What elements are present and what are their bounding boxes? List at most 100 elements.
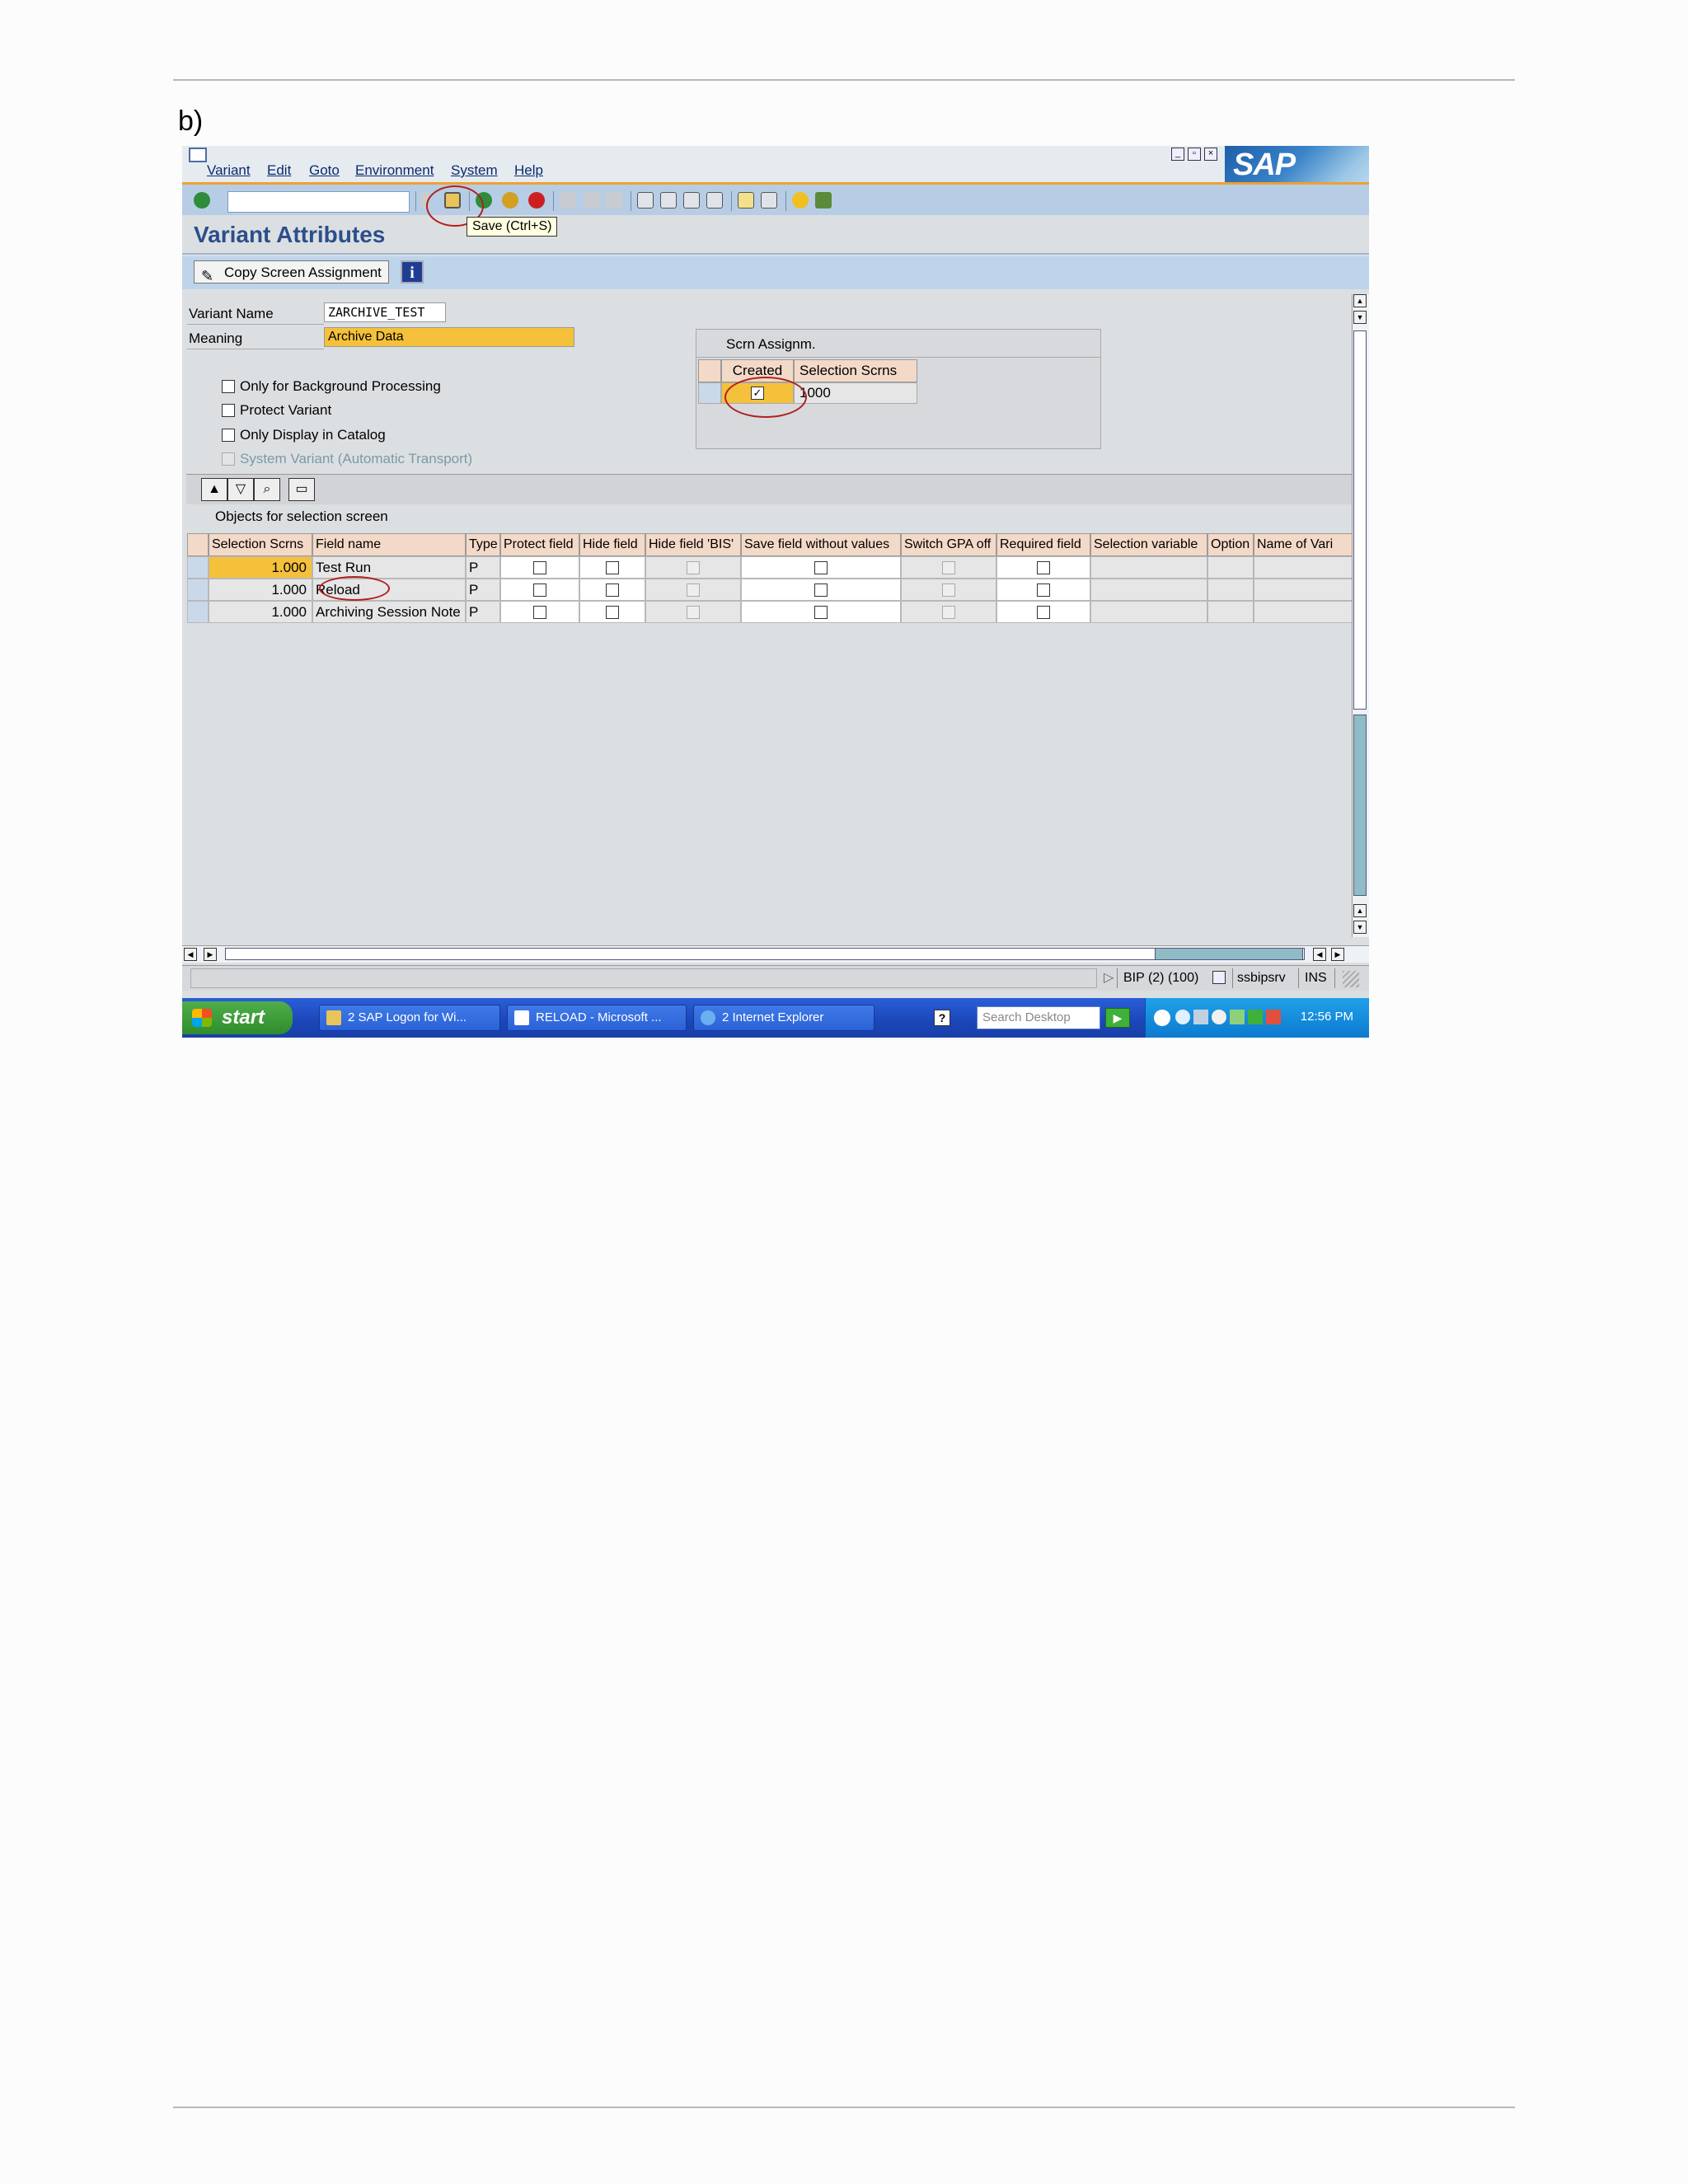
window-menu-icon[interactable] [189, 148, 207, 162]
col-selection-variable[interactable]: Selection variable [1090, 533, 1207, 556]
table-cell-hide[interactable] [579, 601, 645, 623]
tray-back-icon[interactable] [1154, 1010, 1170, 1026]
tray-monitor-icon[interactable] [1248, 1010, 1263, 1024]
background-processing-checkbox[interactable] [222, 380, 235, 393]
row-selector[interactable] [187, 601, 209, 623]
table-cell-screen[interactable]: 1.000 [209, 579, 312, 601]
grid-select-all-icon[interactable] [187, 533, 209, 556]
layout-menu-icon[interactable] [815, 192, 832, 209]
tray-search-icon[interactable] [1175, 1010, 1190, 1024]
variant-name-field[interactable]: ZARCHIVE_TEST [324, 302, 446, 322]
status-expand-icon[interactable]: ▷ [1104, 970, 1114, 987]
vertical-scrollbar[interactable]: ▲ ▼ ▲ ▼ [1352, 294, 1369, 937]
table-cell-save-without[interactable] [741, 601, 901, 623]
menu-help[interactable]: Help [514, 162, 543, 179]
hide-checkbox[interactable] [606, 560, 619, 574]
table-cell-protect[interactable] [500, 579, 579, 601]
protect-checkbox[interactable] [533, 583, 546, 597]
copy-screen-assignment-button[interactable]: ✎ Copy Screen Assignment [194, 260, 389, 284]
table-cell-option[interactable] [1207, 556, 1254, 579]
taskbar-item-internet-explorer[interactable]: 2 Internet Explorer [693, 1005, 874, 1031]
required-checkbox[interactable] [1037, 560, 1050, 574]
taskbar-item-word[interactable]: RELOAD - Microsoft ... [507, 1005, 687, 1031]
col-required-field[interactable]: Required field [996, 533, 1090, 556]
exit-icon[interactable] [502, 192, 518, 209]
table-cell-variable-name[interactable] [1254, 579, 1353, 601]
col-hide-field[interactable]: Hide field [579, 533, 645, 556]
save-without-checkbox[interactable] [814, 583, 828, 597]
shortcut-icon[interactable] [761, 192, 777, 209]
menu-system[interactable]: System [451, 162, 498, 179]
scroll-up-icon[interactable]: ▲ [1353, 294, 1367, 307]
print-icon[interactable] [560, 192, 576, 209]
table-cell-hide[interactable] [579, 579, 645, 601]
display-in-catalog-checkbox[interactable] [222, 429, 235, 442]
table-cell-required[interactable] [996, 601, 1090, 623]
search-desktop-input[interactable]: Search Desktop [977, 1006, 1100, 1029]
close-icon[interactable]: × [1204, 148, 1217, 161]
help-icon[interactable] [792, 192, 809, 209]
table-cell-required[interactable] [996, 579, 1090, 601]
col-protect-field[interactable]: Protect field [500, 533, 579, 556]
first-page-icon[interactable] [637, 192, 654, 209]
table-cell-variable-name[interactable] [1254, 556, 1353, 579]
help-question-icon[interactable]: ? [934, 1010, 950, 1026]
table-cell-protect[interactable] [500, 556, 579, 579]
scroll-down-icon[interactable]: ▼ [1353, 921, 1367, 934]
enter-check-icon[interactable] [194, 192, 210, 209]
start-button[interactable]: start [182, 1001, 293, 1034]
next-page-icon[interactable] [683, 192, 700, 209]
tray-app-icon[interactable] [1230, 1010, 1245, 1024]
protect-variant-checkbox[interactable] [222, 404, 235, 417]
col-field-name[interactable]: Field name [312, 533, 466, 556]
hide-checkbox[interactable] [606, 605, 619, 619]
previous-page-icon[interactable] [660, 192, 677, 209]
find-in-grid-icon[interactable]: ⌕ [254, 478, 280, 501]
col-selection-screens[interactable]: Selection Scrns [209, 533, 312, 556]
col-option[interactable]: Option [1207, 533, 1254, 556]
col-hide-field-bis[interactable]: Hide field 'BIS' [645, 533, 741, 556]
scroll-right-icon[interactable]: ▶ [1331, 948, 1344, 961]
horizontal-scrollbar[interactable]: ◀ ▶ ◀ ▶ [182, 945, 1369, 963]
scroll-track[interactable] [1353, 330, 1367, 710]
required-checkbox[interactable] [1037, 605, 1050, 619]
selection-screens-column-header[interactable]: Selection Scrns [794, 359, 917, 382]
grid-select-all-icon[interactable] [698, 359, 721, 382]
col-switch-gpa-off[interactable]: Switch GPA off [901, 533, 996, 556]
required-checkbox[interactable] [1037, 583, 1050, 597]
last-page-icon[interactable] [706, 192, 723, 209]
table-cell-selection-variable[interactable] [1090, 556, 1207, 579]
col-type[interactable]: Type [466, 533, 500, 556]
system-info-icon[interactable] [1212, 971, 1226, 984]
row-selector[interactable] [187, 556, 209, 579]
menu-environment[interactable]: Environment [355, 162, 434, 179]
col-save-without-values[interactable]: Save field without values [741, 533, 901, 556]
table-cell-option[interactable] [1207, 579, 1254, 601]
taskbar-item-sap-logon[interactable]: 2 SAP Logon for Wi... [319, 1005, 500, 1031]
search-go-icon[interactable]: ▶ [1105, 1008, 1130, 1028]
table-cell-screen[interactable]: 1.000 [209, 601, 312, 623]
minimize-icon[interactable]: _ [1171, 148, 1184, 161]
table-cell-save-without[interactable] [741, 579, 901, 601]
print-grid-icon[interactable]: ▭ [288, 478, 315, 501]
table-cell-screen[interactable]: 1.000 [209, 556, 312, 579]
table-cell-variable-name[interactable] [1254, 601, 1353, 623]
new-session-icon[interactable] [738, 192, 754, 209]
menu-goto[interactable]: Goto [309, 162, 340, 179]
sort-ascending-icon[interactable]: ▲ [201, 478, 227, 501]
hide-checkbox[interactable] [606, 583, 619, 597]
scroll-left-icon[interactable]: ◀ [184, 948, 197, 961]
save-without-checkbox[interactable] [814, 605, 828, 619]
meaning-field[interactable]: Archive Data [324, 327, 574, 347]
scroll-left-icon[interactable]: ◀ [1313, 948, 1326, 961]
save-without-checkbox[interactable] [814, 560, 828, 574]
table-cell-selection-variable[interactable] [1090, 601, 1207, 623]
scroll-down-icon[interactable]: ▼ [1353, 311, 1367, 324]
resize-grip-icon[interactable] [1343, 971, 1359, 987]
table-cell-option[interactable] [1207, 601, 1254, 623]
vertical-scroll-thumb[interactable] [1353, 715, 1367, 896]
table-cell-protect[interactable] [500, 601, 579, 623]
filter-icon[interactable]: ▽ [227, 478, 254, 501]
input-mode[interactable]: INS [1305, 970, 1327, 987]
restore-icon[interactable]: ▫ [1188, 148, 1201, 161]
